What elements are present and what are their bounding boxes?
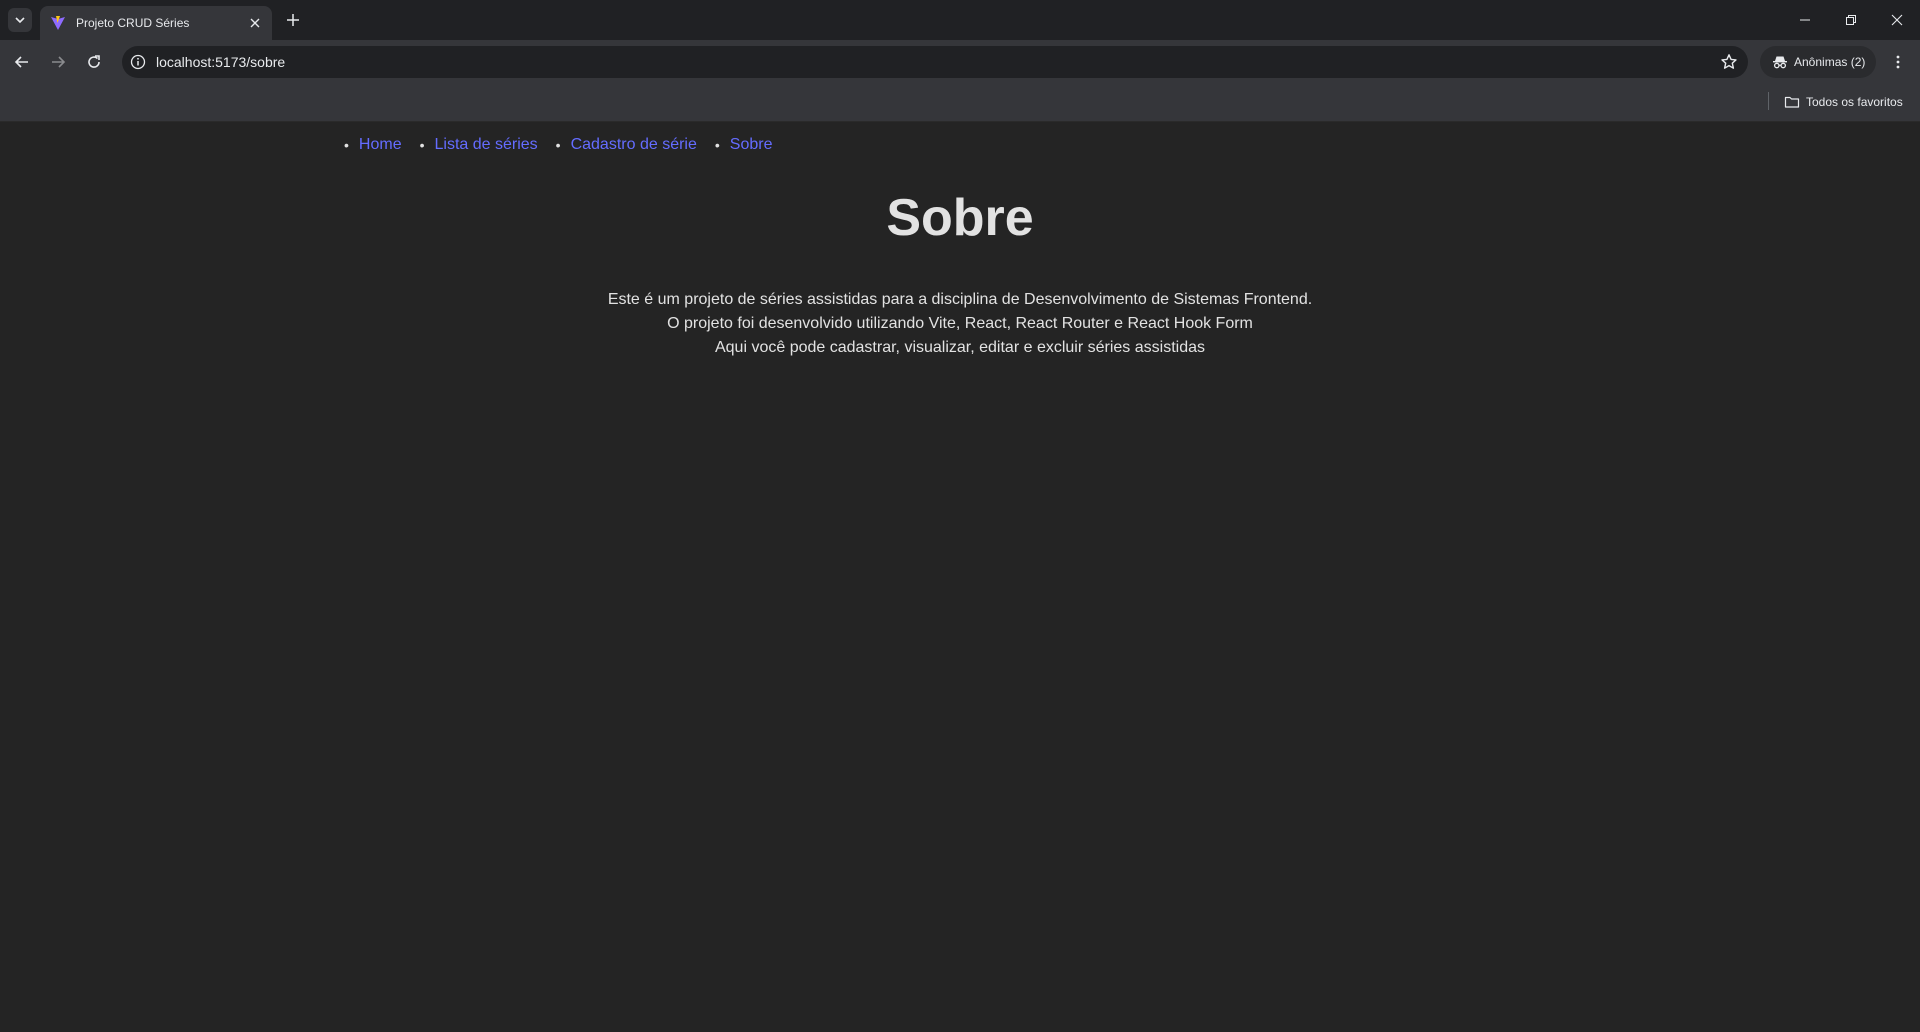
- star-icon[interactable]: [1720, 53, 1738, 71]
- nav-link-sobre[interactable]: Sobre: [730, 136, 773, 154]
- all-bookmarks-button[interactable]: Todos os favoritos: [1784, 90, 1903, 114]
- forward-button[interactable]: [46, 50, 70, 74]
- about-line: Este é um projeto de séries assistidas p…: [607, 291, 1313, 308]
- browser-toolbar: localhost:5173/sobre Anônimas (2): [0, 40, 1920, 84]
- bookmarks-divider: [1768, 92, 1769, 110]
- close-window-button[interactable]: [1874, 0, 1920, 40]
- reload-icon: [86, 54, 102, 70]
- nav-link-cadastro-de-serie[interactable]: Cadastro de série: [571, 136, 697, 154]
- nav-item-sobre: Sobre: [715, 136, 773, 154]
- address-bar[interactable]: localhost:5173/sobre: [122, 46, 1748, 78]
- site-nav: Home Lista de séries Cadastro de série S…: [344, 136, 790, 154]
- page-title: Sobre: [886, 189, 1034, 247]
- tab-strip: Projeto CRUD Séries: [0, 0, 1920, 40]
- about-paragraph: Este é um projeto de séries assistidas p…: [0, 288, 1920, 360]
- url-text[interactable]: localhost:5173/sobre: [156, 54, 285, 70]
- browser-menu-button[interactable]: [1886, 50, 1910, 74]
- vite-logo-icon: [50, 15, 66, 31]
- profile-label: Anônimas (2): [1794, 55, 1866, 69]
- nav-item-cadastro: Cadastro de série: [556, 136, 697, 154]
- about-line: Aqui você pode cadastrar, visualizar, ed…: [714, 339, 1205, 356]
- info-icon[interactable]: [130, 54, 146, 70]
- page-content: Home Lista de séries Cadastro de série S…: [0, 122, 1920, 1032]
- nav-link-home[interactable]: Home: [359, 136, 402, 154]
- arrow-right-icon: [50, 54, 66, 70]
- restore-button[interactable]: [1828, 0, 1874, 40]
- arrow-left-icon: [14, 54, 30, 70]
- plus-icon: [286, 13, 300, 27]
- incognito-profile-button[interactable]: Anônimas (2): [1760, 46, 1876, 78]
- all-bookmarks-label: Todos os favoritos: [1806, 95, 1903, 109]
- nav-item-lista: Lista de séries: [420, 136, 538, 154]
- tab-search-button[interactable]: [8, 8, 32, 32]
- restore-icon: [1845, 14, 1857, 26]
- close-icon[interactable]: [246, 14, 264, 32]
- close-icon: [1891, 14, 1903, 26]
- folder-icon: [1784, 94, 1800, 110]
- tab-title: Projeto CRUD Séries: [76, 16, 190, 30]
- reload-button[interactable]: [82, 50, 106, 74]
- nav-item-home: Home: [344, 136, 402, 154]
- about-line: O projeto foi desenvolvido utilizando Vi…: [667, 315, 1253, 332]
- new-tab-button[interactable]: [282, 9, 304, 31]
- back-button[interactable]: [10, 50, 34, 74]
- bookmarks-bar: Todos os favoritos: [0, 84, 1920, 122]
- minimize-button[interactable]: [1782, 0, 1828, 40]
- window-controls: [1782, 0, 1920, 40]
- minimize-icon: [1799, 14, 1811, 26]
- more-vertical-icon: [1890, 54, 1906, 70]
- browser-tab[interactable]: Projeto CRUD Séries: [40, 6, 272, 40]
- incognito-icon: [1772, 54, 1788, 70]
- chevron-down-icon: [14, 14, 26, 26]
- nav-link-lista-de-series[interactable]: Lista de séries: [435, 136, 538, 154]
